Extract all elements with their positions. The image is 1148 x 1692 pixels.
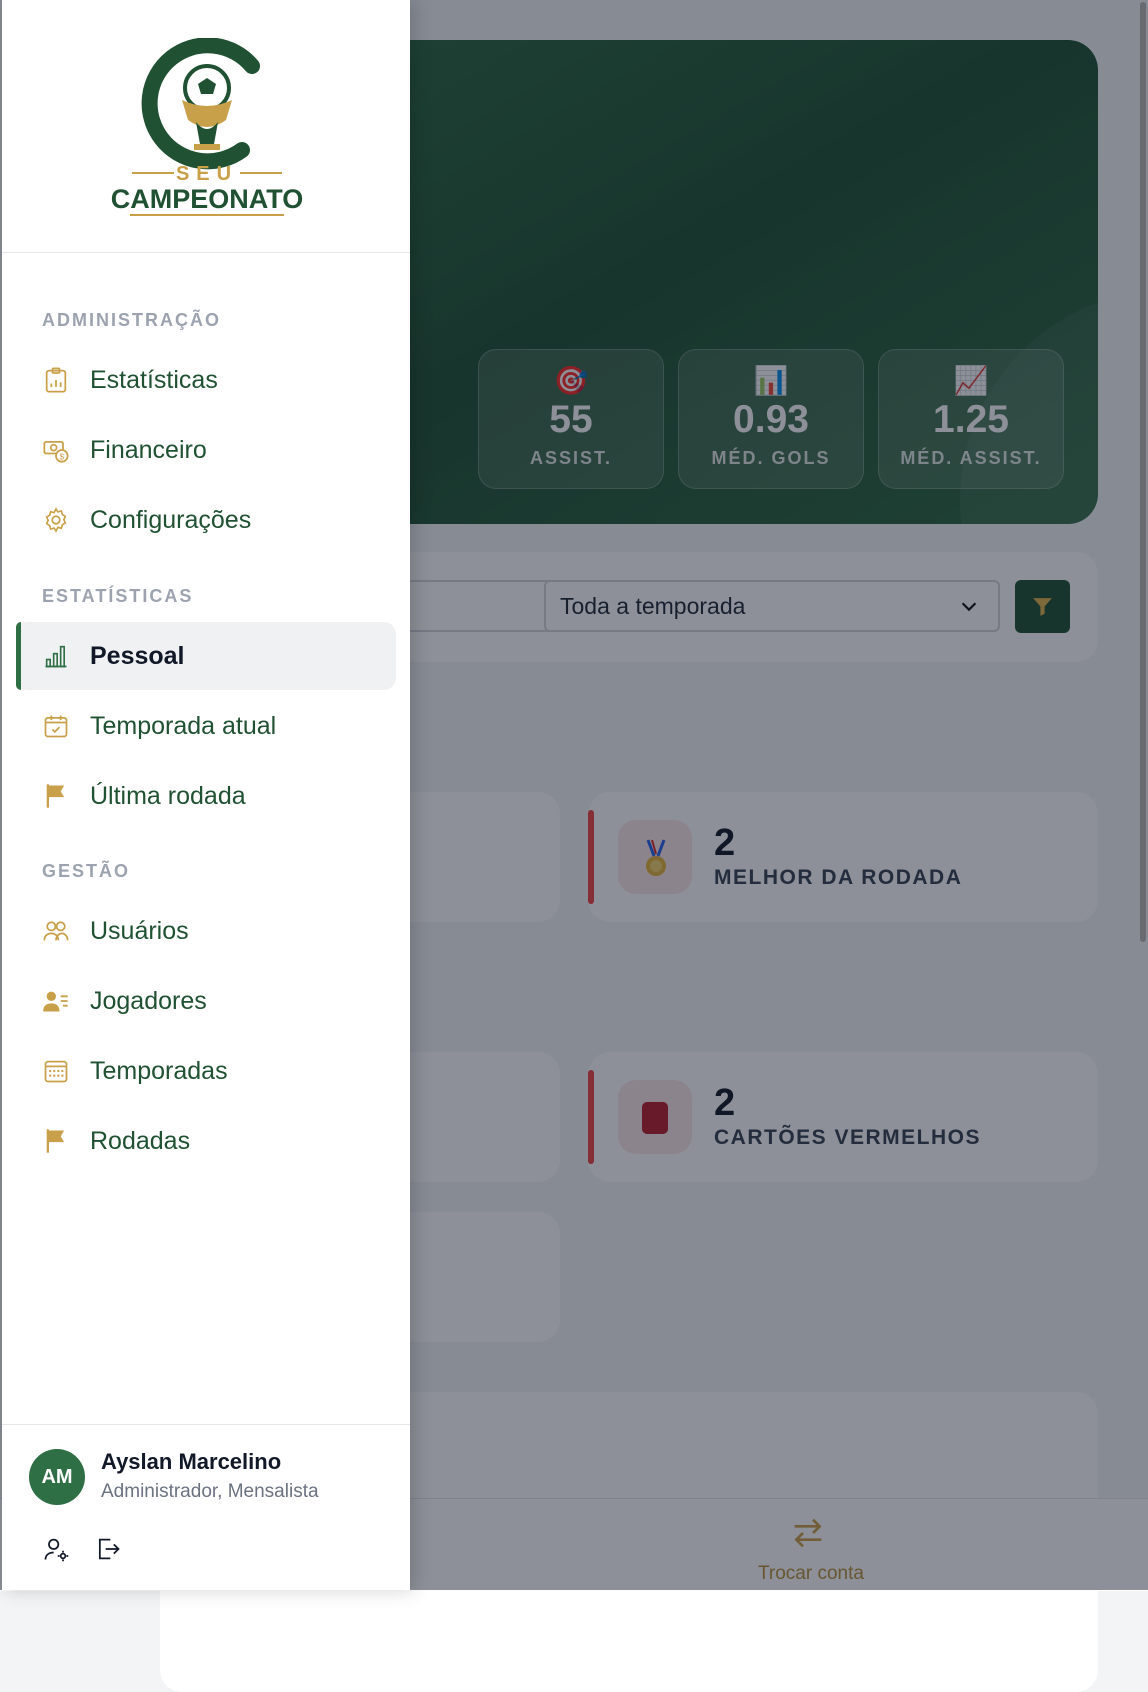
calendar-check-icon <box>44 715 68 738</box>
section-title-management: GESTÃO <box>42 861 131 881</box>
sidebar-item-label: Rodadas <box>90 1127 191 1155</box>
sidebar-item-usuarios[interactable]: Usuários <box>16 897 396 965</box>
svg-text:$: $ <box>60 452 65 461</box>
sidebar-item-label: Estatísticas <box>90 366 218 394</box>
section-title-stats: ESTATÍSTICAS <box>42 586 194 606</box>
logo-area: SEU CAMPEONATO <box>2 0 410 253</box>
flag-icon <box>46 784 65 808</box>
sidebar-item-ultima-rodada[interactable]: Última rodada <box>16 762 396 830</box>
user-list-icon <box>43 991 68 1012</box>
sidebar-item-label: Pessoal <box>90 642 185 670</box>
bar-chart-icon <box>45 645 67 668</box>
user-settings-icon[interactable] <box>42 1535 70 1563</box>
flag-icon <box>46 1129 65 1153</box>
logo-text-top: SEU <box>176 163 238 185</box>
user-role: Administrador, Mensalista <box>101 1481 319 1502</box>
section-title-admin: ADMINISTRAÇÃO <box>42 310 221 330</box>
user-name: Ayslan Marcelino <box>101 1449 282 1474</box>
sidebar-item-label: Usuários <box>90 917 189 945</box>
brand-logo: SEU CAMPEONATO <box>111 38 304 216</box>
sidebar-drawer: SEU CAMPEONATO ADMINISTRAÇÃO Estatística… <box>2 0 410 1590</box>
user-profile: AM Ayslan Marcelino Administrador, Mensa… <box>2 1424 410 1591</box>
sidebar-item-rodadas[interactable]: Rodadas <box>16 1107 396 1175</box>
sidebar-item-label: Temporadas <box>90 1057 228 1085</box>
scrollbar[interactable] <box>1140 2 1146 942</box>
sidebar-item-estatisticas[interactable]: Estatísticas <box>16 346 396 414</box>
clipboard-chart-icon <box>45 367 67 393</box>
sidebar-item-configuracoes[interactable]: Configurações <box>16 486 396 554</box>
sidebar-item-temporadas[interactable]: Temporadas <box>16 1037 396 1105</box>
sidebar-item-label: Jogadores <box>90 987 207 1015</box>
logo-text-bottom: CAMPEONATO <box>111 184 304 214</box>
avatar[interactable]: AM <box>29 1449 85 1505</box>
sidebar-item-pessoal[interactable]: Pessoal <box>16 622 396 690</box>
sidebar-item-financeiro[interactable]: $ Financeiro <box>16 416 396 484</box>
sidebar-item-jogadores[interactable]: Jogadores <box>16 967 396 1035</box>
sidebar-item-label: Temporada atual <box>90 712 277 740</box>
logout-icon[interactable] <box>94 1535 122 1563</box>
money-icon: $ <box>43 440 69 463</box>
sidebar-item-label: Última rodada <box>90 782 246 810</box>
sidebar-item-temporada-atual[interactable]: Temporada atual <box>16 692 396 760</box>
calendar-icon <box>44 1060 68 1083</box>
users-icon <box>43 921 69 941</box>
sidebar-item-label: Configurações <box>90 506 252 534</box>
sidebar-item-label: Financeiro <box>90 436 207 464</box>
gear-icon <box>45 507 67 533</box>
